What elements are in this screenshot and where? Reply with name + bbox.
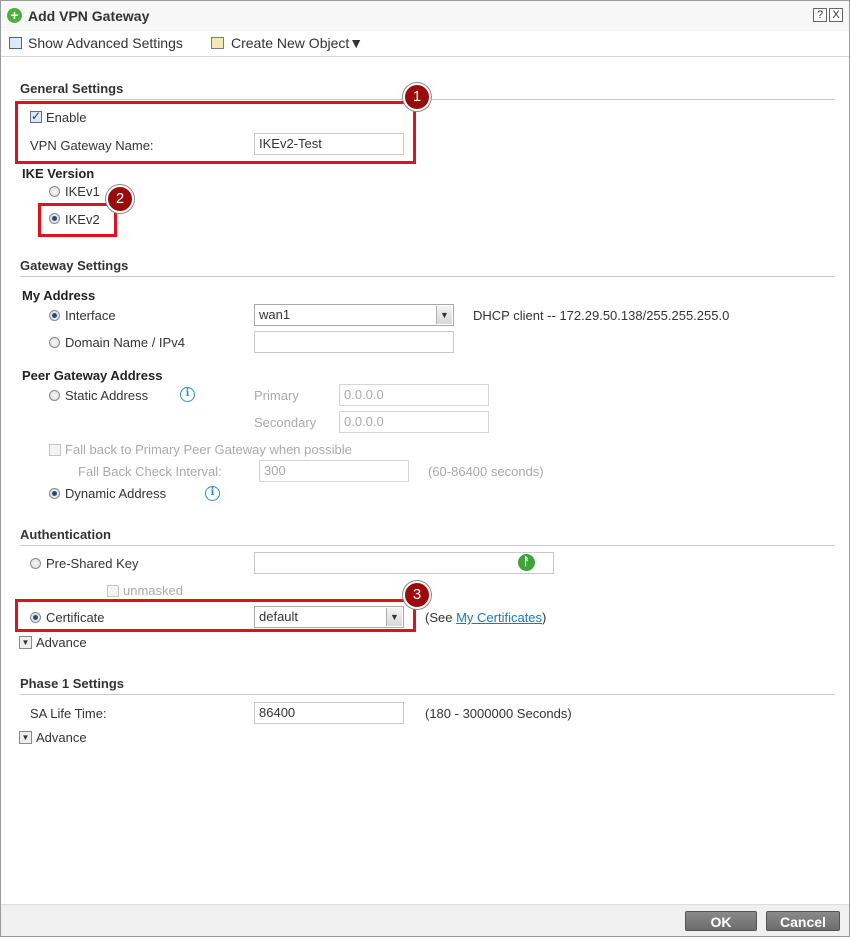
phase1-advance-toggle[interactable]: Advance <box>36 730 87 745</box>
primary-input[interactable]: 0.0.0.0 <box>339 384 489 406</box>
cancel-button[interactable]: Cancel <box>766 911 840 931</box>
my-address-title: My Address <box>22 288 96 303</box>
close-button[interactable]: X <box>829 8 843 22</box>
my-certificates-link[interactable]: My Certificates <box>456 610 542 625</box>
see-suffix: ) <box>542 610 547 625</box>
domain-name-input[interactable] <box>254 331 454 353</box>
see-prefix: (See <box>425 610 457 625</box>
interface-select[interactable]: wan1 ▼ <box>254 304 454 326</box>
my-certificates-note: (See My Certificates) <box>425 610 546 625</box>
authentication-title: Authentication <box>20 527 111 542</box>
auth-advance-toggle[interactable]: Advance <box>36 635 87 650</box>
static-address-label: Static Address <box>65 388 149 403</box>
peer-gateway-title: Peer Gateway Address <box>22 368 163 383</box>
section-divider <box>20 694 835 695</box>
ikev1-label: IKEv1 <box>65 184 100 199</box>
primary-label: Primary <box>254 388 299 403</box>
show-advanced-settings-button[interactable]: Show Advanced Settings <box>28 35 183 51</box>
sa-life-time-input[interactable]: 86400 <box>254 702 404 724</box>
key-icon[interactable]: ᚨ <box>518 554 535 571</box>
chevron-down-icon: ▼ <box>436 306 452 324</box>
dynamic-address-radio[interactable] <box>49 488 60 499</box>
ikev1-radio[interactable] <box>49 186 60 197</box>
create-new-object-menu[interactable]: Create New Object▼ <box>231 35 363 51</box>
highlight-box-1 <box>15 101 416 164</box>
fallback-interval-label: Fall Back Check Interval: <box>78 464 222 479</box>
highlight-box-2 <box>38 203 117 237</box>
sa-life-time-hint: (180 - 3000000 Seconds) <box>425 706 572 721</box>
domain-name-radio[interactable] <box>49 337 60 348</box>
info-icon[interactable]: i <box>205 486 220 501</box>
interface-label: Interface <box>65 308 116 323</box>
highlight-box-3 <box>15 599 416 632</box>
unmasked-checkbox[interactable] <box>107 585 119 597</box>
ike-version-title: IKE Version <box>22 166 95 181</box>
fallback-label: Fall back to Primary Peer Gateway when p… <box>65 442 352 457</box>
secondary-label: Secondary <box>254 415 317 430</box>
fallback-interval-hint: (60-86400 seconds) <box>428 464 544 479</box>
section-divider <box>20 276 835 277</box>
interface-info: DHCP client -- 172.29.50.138/255.255.255… <box>473 308 730 323</box>
table-icon <box>9 37 22 49</box>
phase1-settings-title: Phase 1 Settings <box>20 676 125 691</box>
pre-shared-key-input[interactable] <box>254 552 554 574</box>
add-vpn-gateway-dialog: + Add VPN Gateway ? X Show Advanced Sett… <box>0 0 850 937</box>
pre-shared-key-radio[interactable] <box>30 558 41 569</box>
add-icon: + <box>7 8 22 23</box>
static-address-radio[interactable] <box>49 390 60 401</box>
sa-life-time-label: SA Life Time: <box>30 706 107 721</box>
expand-icon[interactable]: ▼ <box>19 731 32 744</box>
interface-radio[interactable] <box>49 310 60 321</box>
secondary-input[interactable]: 0.0.0.0 <box>339 411 489 433</box>
expand-icon[interactable]: ▼ <box>19 636 32 649</box>
dialog-footer: OK Cancel <box>1 904 849 936</box>
toolbar: Show Advanced Settings Create New Object… <box>1 31 849 57</box>
callout-badge-3: 3 <box>403 581 431 609</box>
general-settings-title: General Settings <box>20 81 124 96</box>
pre-shared-key-label: Pre-Shared Key <box>46 556 139 571</box>
unmasked-label: unmasked <box>123 583 183 598</box>
ok-button[interactable]: OK <box>685 911 757 931</box>
fallback-checkbox[interactable] <box>49 444 61 456</box>
callout-badge-2: 2 <box>106 185 134 213</box>
callout-badge-1: 1 <box>403 83 431 111</box>
dynamic-address-label: Dynamic Address <box>65 486 167 501</box>
fallback-interval-input[interactable]: 300 <box>259 460 409 482</box>
title-bar: + Add VPN Gateway ? X <box>1 1 849 31</box>
gateway-settings-title: Gateway Settings <box>20 258 129 273</box>
help-button[interactable]: ? <box>813 8 827 22</box>
create-object-icon <box>211 37 224 49</box>
dialog-title: Add VPN Gateway <box>28 8 150 24</box>
interface-select-value: wan1 <box>259 307 291 322</box>
domain-name-label: Domain Name / IPv4 <box>65 335 185 350</box>
info-icon[interactable]: i <box>180 387 195 402</box>
section-divider <box>20 545 835 546</box>
